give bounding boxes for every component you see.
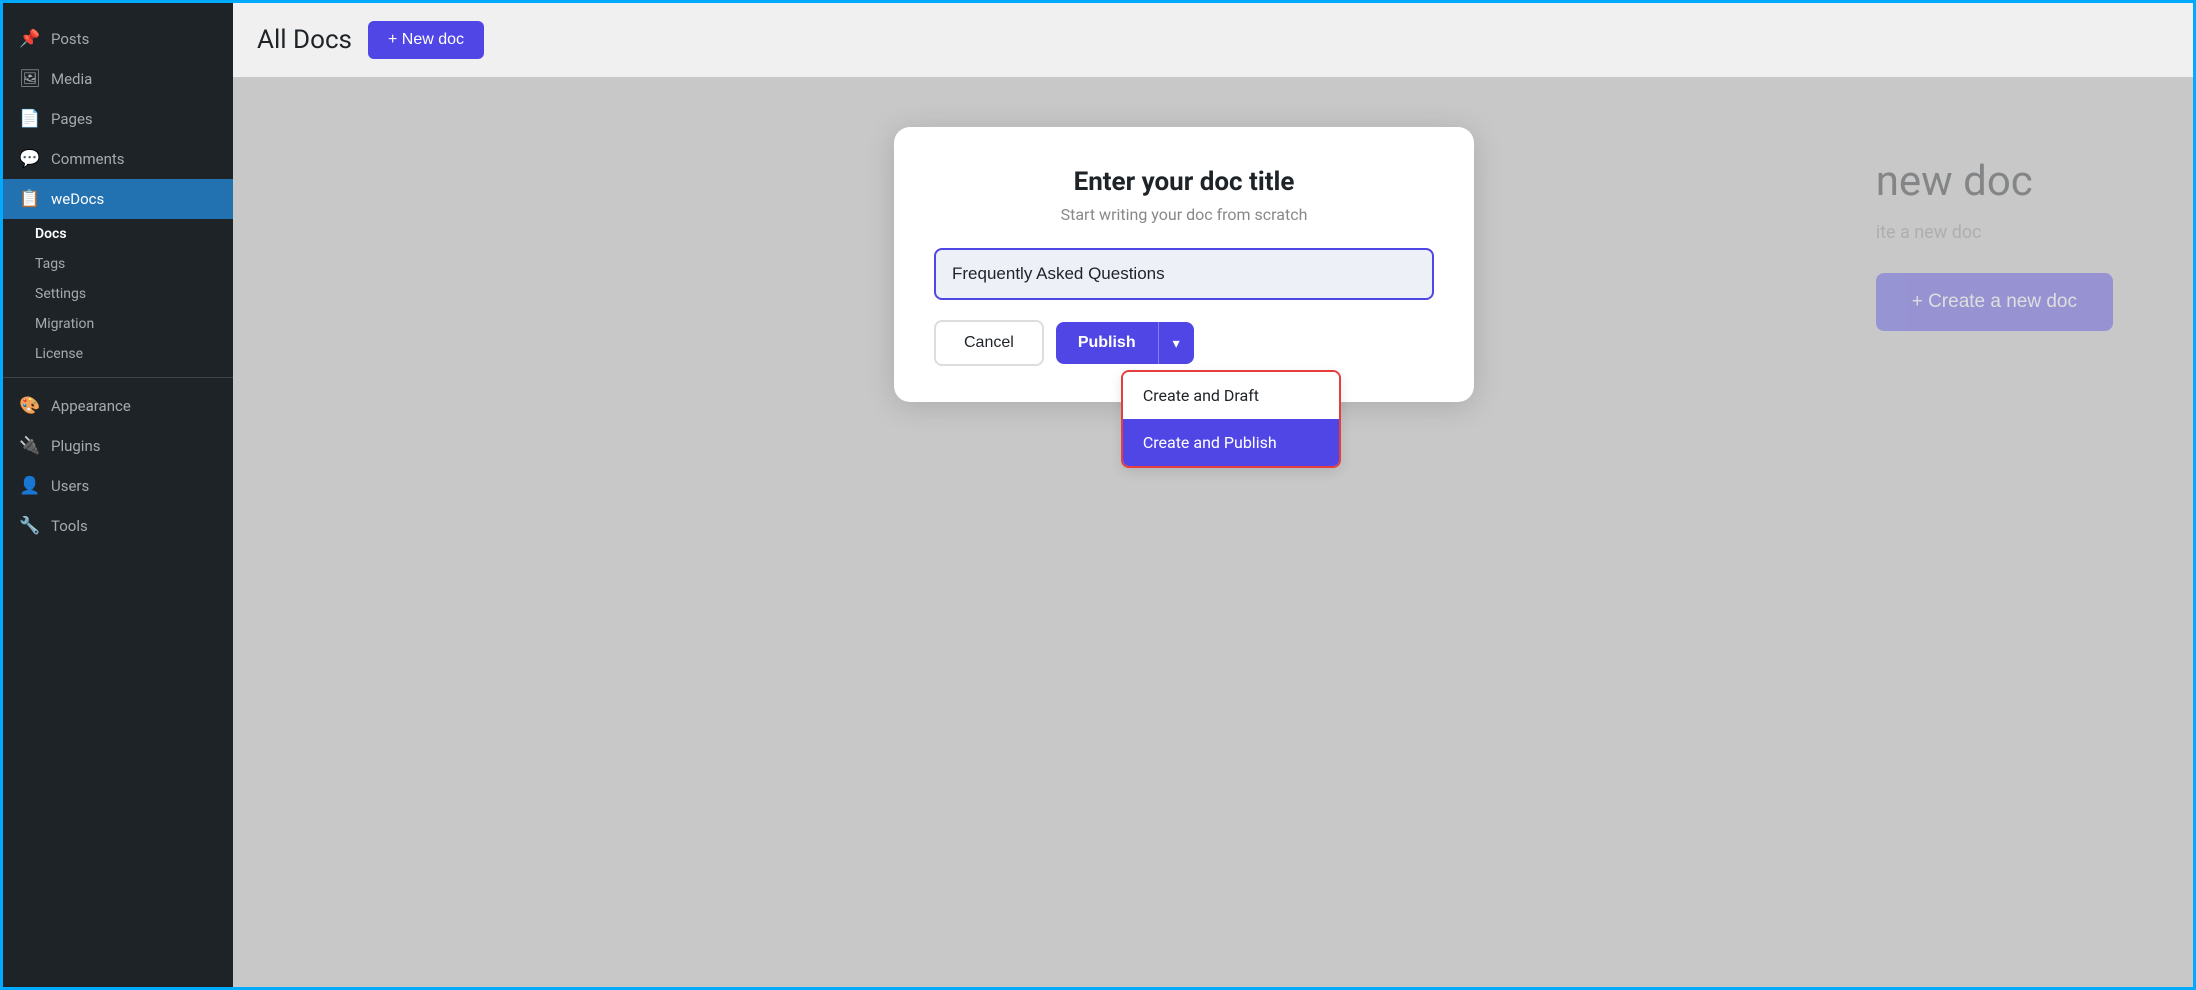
main-area: All Docs + New doc new doc ite a new doc…: [233, 3, 2193, 987]
dropdown-item-create-publish[interactable]: Create and Publish: [1123, 419, 1339, 466]
content-area: new doc ite a new doc + Create a new doc…: [233, 77, 2193, 987]
sidebar-label-posts: Posts: [51, 30, 89, 48]
new-doc-button[interactable]: + New doc: [368, 21, 484, 59]
sidebar-sub-label-license: License: [35, 346, 83, 362]
sidebar-sub-settings[interactable]: Settings: [3, 279, 233, 309]
publish-chevron-button[interactable]: ▾: [1158, 322, 1194, 364]
publish-main-button[interactable]: Publish: [1056, 322, 1158, 364]
sidebar-sub-license[interactable]: License: [3, 339, 233, 369]
sidebar-item-plugins[interactable]: 🔌 Plugins: [3, 426, 233, 466]
pages-icon: 📄: [19, 109, 41, 129]
sidebar-sub-label-docs: Docs: [35, 226, 67, 242]
sidebar-label-wedocs: weDocs: [51, 190, 104, 208]
sidebar-label-plugins: Plugins: [51, 437, 100, 455]
media-icon: 🖼: [19, 69, 41, 89]
dropdown-item-create-draft[interactable]: Create and Draft: [1123, 372, 1339, 419]
page-title: All Docs: [257, 25, 352, 55]
sidebar-item-pages[interactable]: 📄 Pages: [3, 99, 233, 139]
sidebar-item-comments[interactable]: 💬 Comments: [3, 139, 233, 179]
sidebar-item-wedocs[interactable]: 📋 weDocs: [3, 179, 233, 219]
wedocs-icon: 📋: [19, 189, 41, 209]
publish-dropdown-menu: Create and Draft Create and Publish: [1121, 370, 1341, 468]
sidebar-item-tools[interactable]: 🔧 Tools: [3, 506, 233, 546]
sidebar-label-media: Media: [51, 70, 92, 88]
sidebar-label-tools: Tools: [51, 517, 88, 535]
posts-icon: 📌: [19, 29, 41, 49]
sidebar-item-appearance[interactable]: 🎨 Appearance: [3, 386, 233, 426]
modal-subtitle: Start writing your doc from scratch: [934, 205, 1434, 224]
plugins-icon: 🔌: [19, 436, 41, 456]
comments-icon: 💬: [19, 149, 41, 169]
sidebar-sub-docs[interactable]: Docs: [3, 219, 233, 249]
cancel-button[interactable]: Cancel: [934, 320, 1044, 366]
sidebar-item-posts[interactable]: 📌 Posts: [3, 19, 233, 59]
sidebar-item-media[interactable]: 🖼 Media: [3, 59, 233, 99]
sidebar-sub-label-migration: Migration: [35, 316, 94, 332]
modal-title: Enter your doc title: [934, 167, 1434, 197]
appearance-icon: 🎨: [19, 396, 41, 416]
sidebar-label-users: Users: [51, 477, 89, 495]
sidebar-sub-label-tags: Tags: [35, 256, 65, 272]
sidebar: 📌 Posts 🖼 Media 📄 Pages 💬 Comments 📋 weD…: [3, 3, 233, 987]
topbar: All Docs + New doc: [233, 3, 2193, 77]
sidebar-sub-label-settings: Settings: [35, 286, 86, 302]
chevron-down-icon: ▾: [1173, 335, 1180, 351]
sidebar-sub-migration[interactable]: Migration: [3, 309, 233, 339]
sidebar-label-comments: Comments: [51, 150, 125, 168]
tools-icon: 🔧: [19, 516, 41, 536]
sidebar-sub-tags[interactable]: Tags: [3, 249, 233, 279]
sidebar-label-appearance: Appearance: [51, 397, 131, 415]
sidebar-item-users[interactable]: 👤 Users: [3, 466, 233, 506]
doc-title-input[interactable]: [934, 248, 1434, 300]
create-doc-modal: Enter your doc title Start writing your …: [894, 127, 1474, 402]
users-icon: 👤: [19, 476, 41, 496]
publish-button-group: Publish ▾ Create and Draft Create and Pu…: [1056, 322, 1194, 364]
sidebar-label-pages: Pages: [51, 110, 93, 128]
sidebar-divider: [3, 377, 233, 378]
modal-actions: Cancel Publish ▾ Create and Draft Create…: [934, 320, 1434, 366]
